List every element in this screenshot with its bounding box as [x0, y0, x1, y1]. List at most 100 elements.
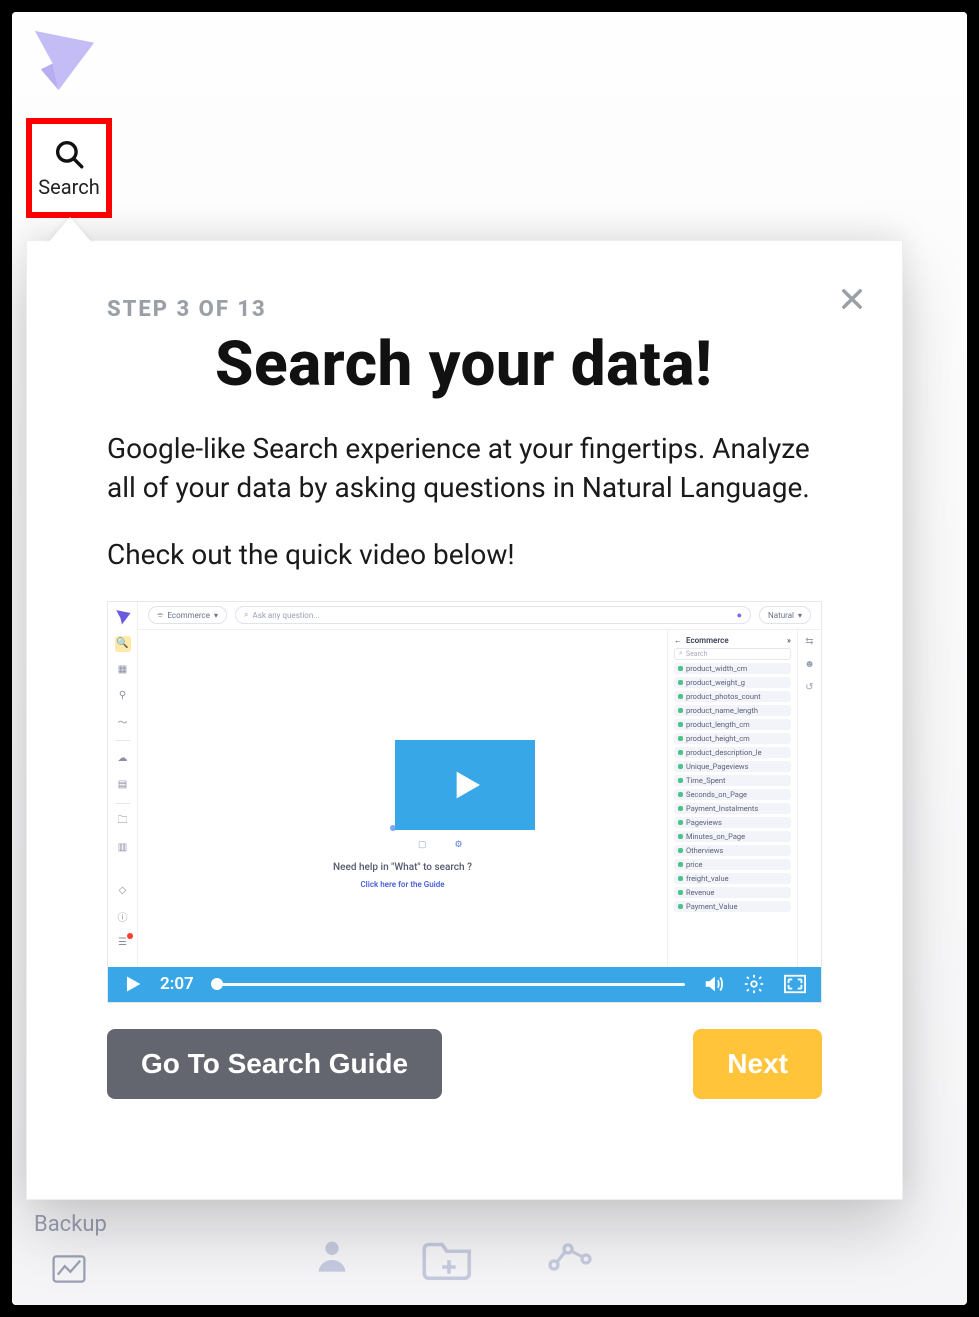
search-icon: ⌕: [679, 649, 683, 658]
app-logo: [26, 22, 106, 102]
field-pill-label: Revenue: [686, 888, 714, 897]
field-pill: product_length_cm: [674, 719, 791, 730]
popover-body-1: Google-like Search experience at your fi…: [107, 429, 822, 507]
next-button[interactable]: Next: [693, 1029, 822, 1099]
popover-arrow: [46, 217, 94, 245]
chart-icon: [52, 1255, 86, 1287]
field-pill-label: product_width_cm: [686, 664, 747, 673]
search-icon: 🔍: [115, 636, 131, 652]
field-pill: product_description_le: [674, 747, 791, 758]
video-app-topbar: ⌯ Ecommerce ▾ ⌕ Ask any question... ●: [138, 602, 821, 630]
field-pill: product_weight_g: [674, 677, 791, 688]
image-icon: ▢: [418, 840, 427, 850]
fullscreen-icon: [783, 973, 807, 995]
step-indicator: STEP 3 OF 13: [107, 297, 822, 322]
field-pill: freight_value: [674, 873, 791, 884]
user-icon: [312, 1235, 352, 1275]
video-search-input: ⌕ Ask any question... ●: [235, 606, 751, 624]
field-pill: product_height_cm: [674, 733, 791, 744]
field-pill-label: price: [686, 860, 702, 869]
video-side-panel: ← Ecommerce » ⌕ Search product_width_cmp…: [667, 630, 797, 967]
background-ghost-label: Backup: [34, 1212, 107, 1237]
search-icon: [52, 137, 86, 171]
sidebar-item-search[interactable]: Search: [26, 118, 112, 218]
folder-icon: 🗀: [115, 814, 131, 830]
field-pill-label: Unique_Pageviews: [686, 762, 748, 771]
side-search-placeholder: Search: [686, 650, 708, 658]
field-pill-label: Otherviews: [686, 846, 723, 855]
mic-icon: ●: [737, 610, 742, 621]
link-icon: ⌯: [157, 610, 163, 620]
field-pill-label: Pageviews: [686, 818, 722, 827]
volume-icon: [703, 973, 725, 995]
sidebar-item-label: Search: [38, 175, 99, 199]
folder-icon: [422, 1235, 476, 1281]
search-icon: ⌕: [244, 610, 248, 620]
field-pill: product_photos_count: [674, 691, 791, 702]
field-pill-label: freight_value: [686, 874, 729, 883]
field-pill: Minutes_on_Page: [674, 831, 791, 842]
play-icon: [445, 765, 485, 805]
chevron-down-icon: ▾: [214, 611, 218, 620]
field-pill-label: product_name_length: [686, 706, 758, 715]
field-pill: Unique_Pageviews: [674, 761, 791, 772]
video-fullscreen-control[interactable]: [783, 973, 807, 995]
popover-body-2: Check out the quick video below!: [107, 535, 822, 574]
field-pill-label: Payment_Instalments: [686, 804, 758, 813]
go-to-search-guide-button[interactable]: Go To Search Guide: [107, 1029, 442, 1099]
close-button[interactable]: [832, 279, 872, 319]
field-pill: Pageviews: [674, 817, 791, 828]
field-pill-label: product_height_cm: [686, 734, 750, 743]
dashboard-icon: ▦: [115, 662, 131, 678]
cloud-icon: ☁: [115, 751, 131, 767]
source-chip: ⌯ Ecommerce ▾: [148, 606, 227, 624]
field-pill: Payment_Value: [674, 901, 791, 912]
field-pill-label: Payment_Value: [686, 902, 737, 911]
chevron-left-icon: ←: [674, 636, 682, 645]
video-right-rail: ⇆ ☻ ↺: [797, 630, 821, 967]
field-pill-label: Time_Spent: [686, 776, 725, 785]
video-volume-control[interactable]: [703, 973, 725, 995]
pin-icon: ⚲: [115, 688, 131, 704]
help-icon: ⓘ: [115, 909, 131, 925]
field-pill: product_name_length: [674, 705, 791, 716]
field-pill-label: Minutes_on_Page: [686, 832, 745, 841]
field-pill: Time_Spent: [674, 775, 791, 786]
mode-label: Natural: [768, 611, 794, 620]
field-pill-label: product_weight_g: [686, 678, 745, 687]
video-play-button[interactable]: [395, 740, 535, 830]
field-pill: Otherviews: [674, 845, 791, 856]
video-play-control[interactable]: [122, 974, 142, 994]
source-chip-label: Ecommerce: [167, 611, 210, 620]
field-pill: product_width_cm: [674, 663, 791, 674]
video-preview: 🔍 ▦ ⚲ 〜 ☁ ▤ 🗀 ▥ ◇ ⓘ ☰: [107, 601, 822, 1003]
popover-button-row: Go To Search Guide Next: [107, 1029, 822, 1099]
trend-icon: 〜: [115, 714, 131, 730]
video-settings-control[interactable]: [743, 973, 765, 995]
settings-icon: ⚙: [455, 840, 463, 850]
guide-link: Click here for the Guide: [138, 880, 667, 889]
field-pill: Payment_Instalments: [674, 803, 791, 814]
field-pill-label: product_photos_count: [686, 692, 761, 701]
background-icons: [312, 1235, 594, 1281]
field-pill-label: product_length_cm: [686, 720, 750, 729]
logo-icon: [114, 608, 132, 626]
notification-icon: ☰: [115, 935, 131, 951]
database-icon: ▤: [115, 777, 131, 793]
chevron-down-icon: ▾: [798, 611, 802, 620]
side-panel-title-text: Ecommerce: [686, 636, 729, 645]
side-panel-search: ⌕ Search: [674, 648, 791, 660]
field-pill: Revenue: [674, 887, 791, 898]
gear-icon: [743, 973, 765, 995]
user-icon: ☻: [804, 659, 815, 670]
app-background: Search STEP 3 OF 13 Search your data! Go…: [12, 12, 967, 1305]
popover-title: Search your data!: [215, 328, 822, 401]
field-pill-label: Seconds_on_Page: [686, 790, 747, 799]
mode-select: Natural ▾: [759, 606, 811, 624]
video-seek-bar[interactable]: [212, 983, 685, 986]
help-text: Need help in "What" to search ?: [138, 862, 667, 873]
video-time: 2:07: [160, 974, 194, 994]
video-search-placeholder: Ask any question...: [252, 611, 319, 620]
field-pill-label: product_description_le: [686, 748, 762, 757]
video-controls: 2:07: [108, 967, 821, 1002]
